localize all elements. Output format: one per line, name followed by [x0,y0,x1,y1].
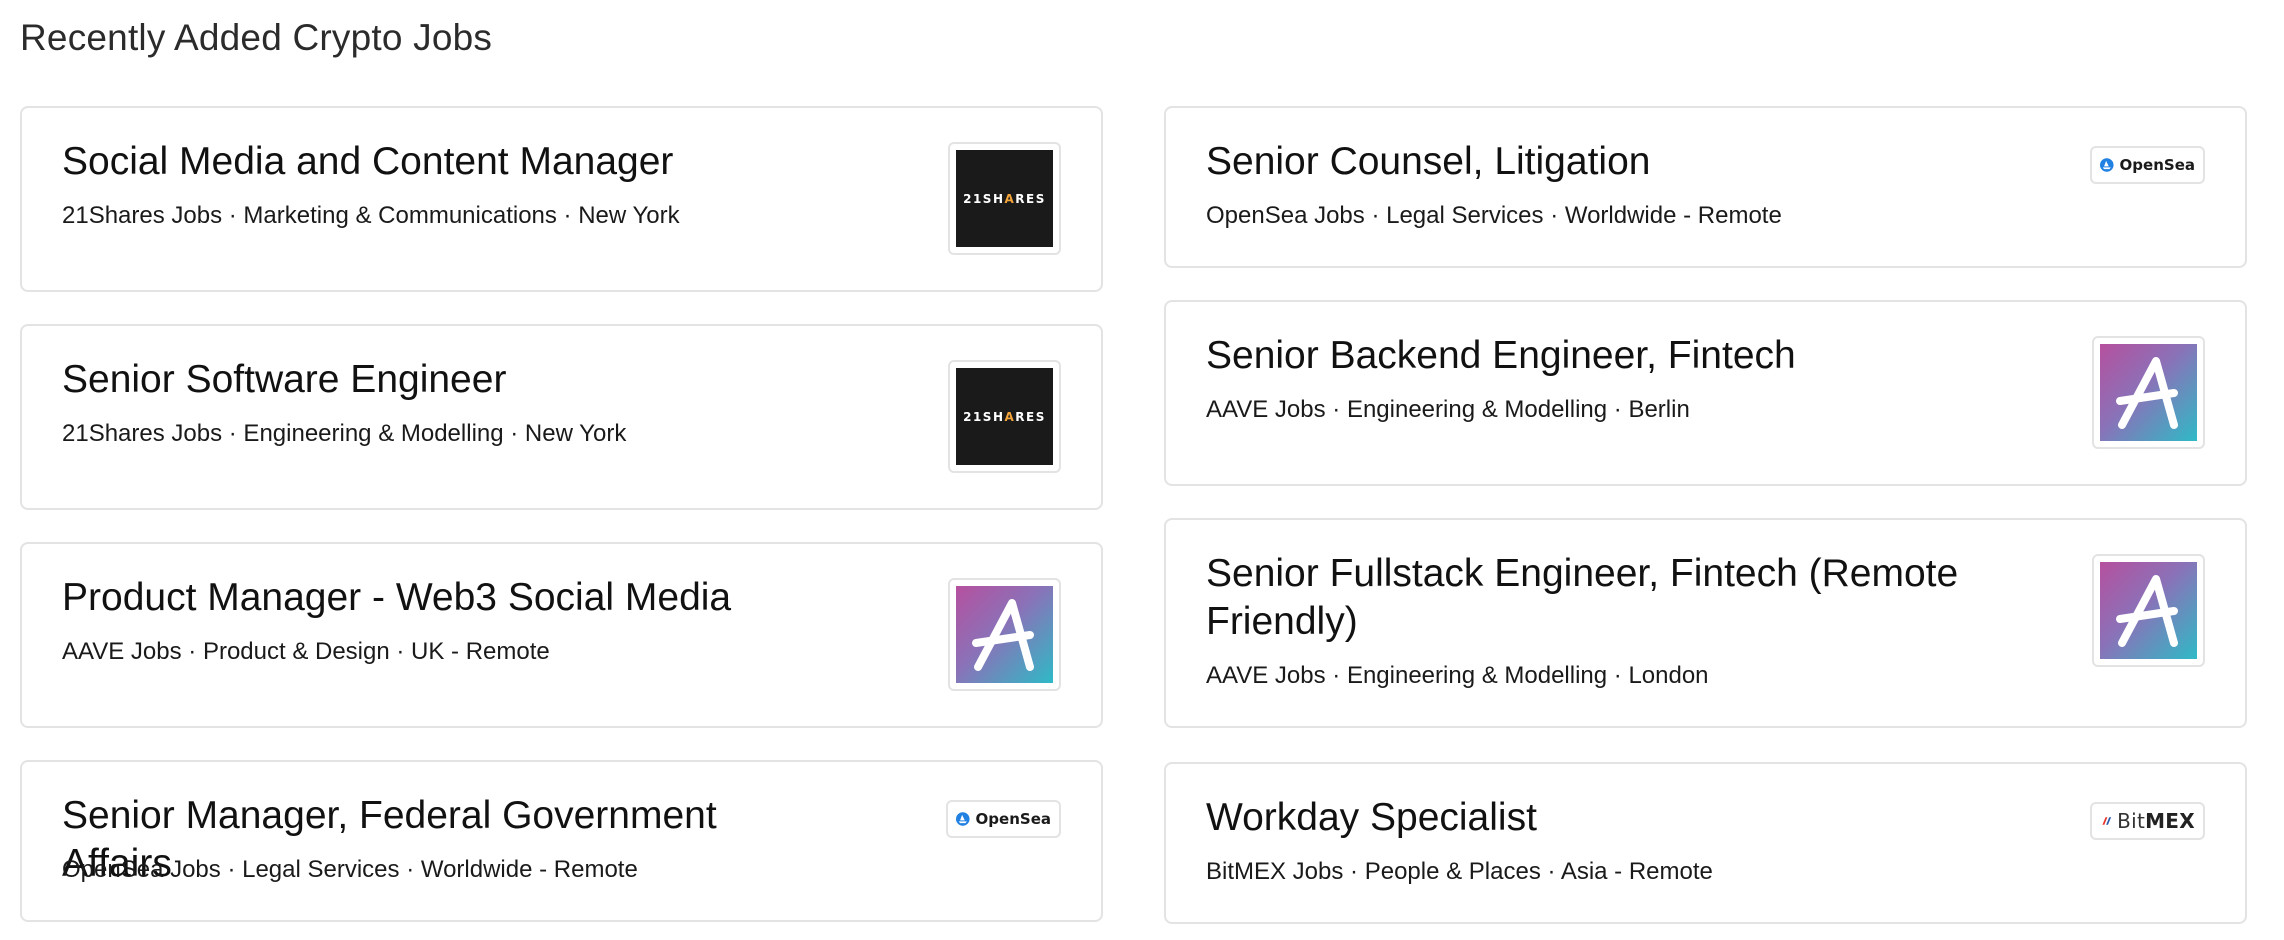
job-meta: 21Shares Jobs · Engineering & Modelling … [62,420,627,447]
page-title: Recently Added Crypto Jobs [20,17,493,58]
opensea-wordmark: OpenSea [2119,156,2195,174]
job-meta: OpenSea Jobs · Legal Services · Worldwid… [62,856,638,883]
company-logo-21shares[interactable]: 21SH A RES [948,360,1061,473]
opensea-wordmark: OpenSea [975,810,1051,828]
company-logo-bitmex[interactable]: BitMEX [2090,802,2205,840]
job-title[interactable]: Senior Fullstack Engineer, Fintech (Remo… [1206,550,1965,646]
aave-logo-icon [2100,562,2197,659]
job-card[interactable]: Workday Specialist BitMEX Jobs · People … [1164,762,2247,924]
job-meta: OpenSea Jobs · Legal Services · Worldwid… [1206,202,1782,229]
job-card[interactable]: Senior Counsel, Litigation OpenSea Jobs … [1164,106,2247,268]
21shares-logo-icon: 21SH A RES [956,368,1053,465]
job-card[interactable]: Senior Fullstack Engineer, Fintech (Remo… [1164,518,2247,728]
job-meta: 21Shares Jobs · Marketing & Communicatio… [62,202,680,229]
job-title[interactable]: Senior Backend Engineer, Fintech [1206,332,1965,380]
opensea-logo-icon [2100,158,2114,172]
job-meta: BitMEX Jobs · People & Places · Asia - R… [1206,858,1713,885]
company-logo-aave[interactable] [948,578,1061,691]
job-meta: AAVE Jobs · Product & Design · UK - Remo… [62,638,550,665]
job-meta: AAVE Jobs · Engineering & Modelling · Lo… [1206,662,1709,689]
company-logo-aave[interactable] [2092,336,2205,449]
company-logo-opensea[interactable]: OpenSea [2090,146,2205,184]
job-card[interactable]: Senior Manager, Federal Government Affai… [20,760,1103,922]
job-title[interactable]: Social Media and Content Manager [62,138,821,186]
job-card[interactable]: Product Manager - Web3 Social Media AAVE… [20,542,1103,728]
bitmex-logo-icon [2102,817,2112,825]
company-logo-21shares[interactable]: 21SH A RES [948,142,1061,255]
bitmex-wordmark: BitMEX [2117,809,2195,833]
job-card[interactable]: Senior Backend Engineer, Fintech AAVE Jo… [1164,300,2247,486]
aave-logo-icon [2100,344,2197,441]
company-logo-aave[interactable] [2092,554,2205,667]
company-logo-opensea[interactable]: OpenSea [946,800,1061,838]
opensea-logo-icon [956,812,970,826]
job-meta: AAVE Jobs · Engineering & Modelling · Be… [1206,396,1690,423]
21shares-logo-icon: 21SH A RES [956,150,1053,247]
job-card[interactable]: Senior Software Engineer 21Shares Jobs ·… [20,324,1103,510]
job-title[interactable]: Workday Specialist [1206,794,1965,842]
aave-logo-icon [956,586,1053,683]
job-title[interactable]: Product Manager - Web3 Social Media [62,574,821,622]
job-title[interactable]: Senior Software Engineer [62,356,821,404]
job-card[interactable]: Social Media and Content Manager 21Share… [20,106,1103,292]
job-title[interactable]: Senior Counsel, Litigation [1206,138,1965,186]
